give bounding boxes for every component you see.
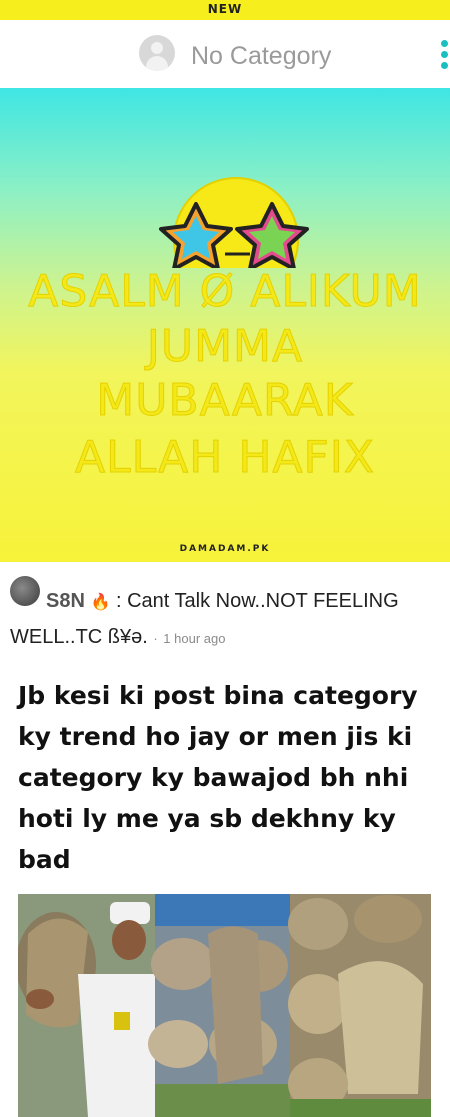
greeting-line-4: ALLAH HAFIX xyxy=(75,432,375,484)
post-header: No Category xyxy=(0,22,450,86)
star-sunglasses-smiley-icon xyxy=(159,177,309,268)
comment-separator: : xyxy=(115,590,122,612)
watermark: DAMADAM.PK xyxy=(179,544,271,554)
kebab-menu-icon[interactable] xyxy=(440,40,450,72)
category-title[interactable]: No Category xyxy=(191,42,331,71)
post-image[interactable]: ASALM Ø ALIKUM JUMMA MUBAARAK ALLAH HAFI… xyxy=(0,88,450,562)
greeting-line-3: MUBAARAK xyxy=(96,375,354,427)
new-posts-banner[interactable]: NEW xyxy=(0,0,450,20)
comment-time: 1 hour ago xyxy=(163,631,226,646)
flame-icon: 🔥 xyxy=(90,594,111,611)
meme-image[interactable] xyxy=(18,894,431,1117)
post-caption: Jb kesi ki post bina category ky trend h… xyxy=(18,681,418,874)
comment: S8N 🔥 : Cant Talk Now..NOT FEELING WELL.… xyxy=(10,584,430,656)
comment-username[interactable]: S8N xyxy=(46,590,85,612)
greeting-line-2: JUMMA xyxy=(146,321,304,373)
greeting-line-1: ASALM Ø ALIKUM xyxy=(28,266,422,318)
meme-photo xyxy=(18,894,431,1117)
user-avatar-icon[interactable] xyxy=(139,35,175,71)
time-separator: · xyxy=(153,631,158,646)
